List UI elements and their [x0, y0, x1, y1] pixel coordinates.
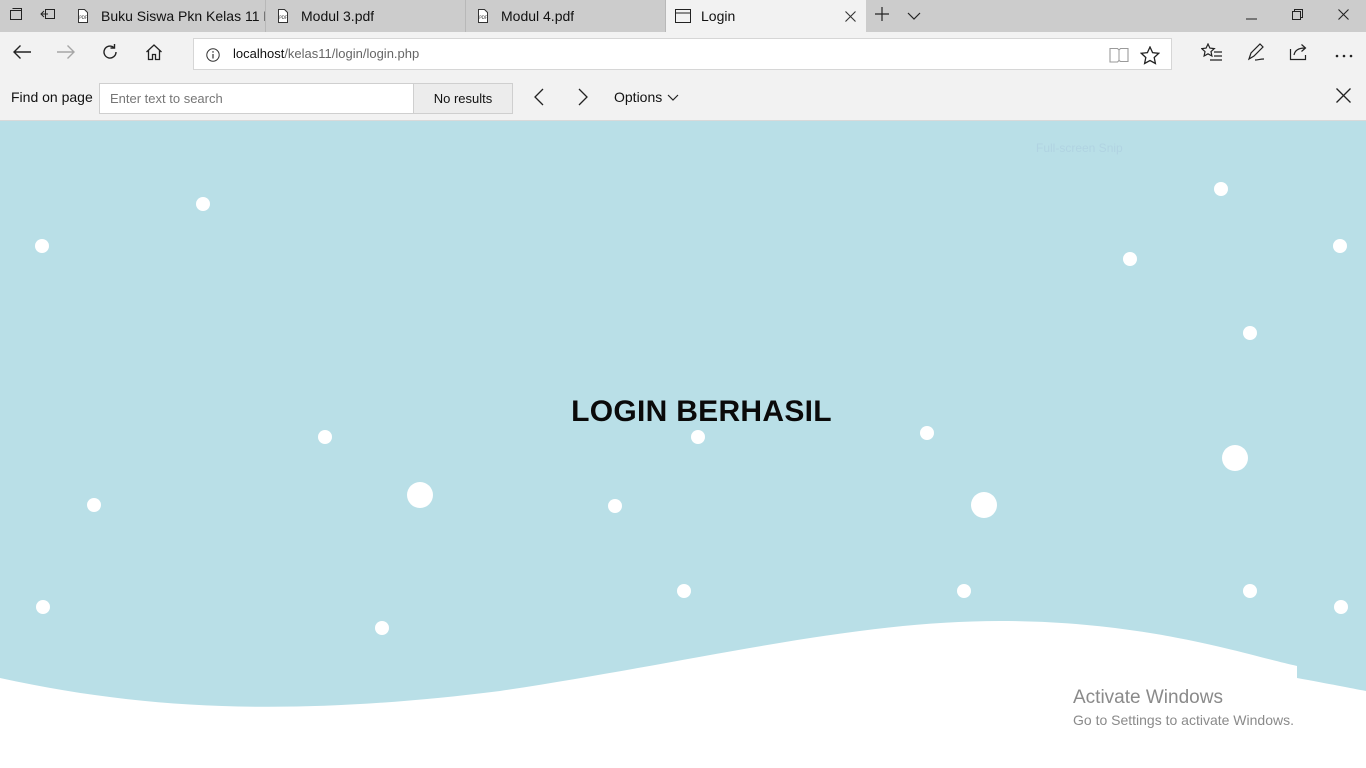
minimize-button[interactable]: [1228, 0, 1274, 32]
page-content: Full-screen Snip LOGIN BERHASIL Activate…: [0, 121, 1366, 768]
login-success-heading: LOGIN BERHASIL: [571, 395, 832, 428]
url-path: /kelas11/login/login.php: [284, 46, 420, 61]
tab-modul-4[interactable]: PDF Modul 4.pdf: [466, 0, 666, 32]
tab-label: Login: [701, 8, 736, 24]
arrow-left-icon: [12, 44, 32, 65]
pen-icon: [1246, 42, 1266, 67]
snowflake: [87, 498, 101, 512]
snowflake: [1123, 252, 1137, 266]
tab-preview-button[interactable]: [0, 0, 32, 32]
tab-buku-siswa[interactable]: PDF Buku Siswa Pkn Kelas 11 Re: [66, 0, 266, 32]
plus-icon: [875, 6, 889, 26]
home-button[interactable]: [132, 32, 176, 76]
back-button[interactable]: [0, 32, 44, 76]
find-results-count: No results: [413, 83, 513, 114]
svg-text:PDF: PDF: [279, 15, 288, 20]
find-on-page-bar: Find on page No results Options: [0, 76, 1366, 121]
star-icon[interactable]: [1139, 44, 1161, 66]
chevron-left-icon: [534, 88, 544, 111]
snowflake: [407, 482, 433, 508]
refresh-button[interactable]: [88, 32, 132, 76]
snowflake: [677, 584, 691, 598]
find-options-button[interactable]: Options: [614, 89, 679, 105]
web-note-button[interactable]: [1234, 32, 1278, 76]
find-input[interactable]: [99, 83, 414, 114]
tab-modul-3[interactable]: PDF Modul 3.pdf: [266, 0, 466, 32]
svg-text:PDF: PDF: [79, 15, 88, 20]
snowflake: [1334, 600, 1348, 614]
new-tab-button[interactable]: [866, 0, 898, 32]
tabs-aside-icon: [9, 7, 23, 26]
navigation-bar: localhost/kelas11/login/login.php: [0, 32, 1366, 76]
snowflake: [1333, 239, 1347, 253]
close-icon: [1337, 7, 1349, 25]
snowflake: [375, 621, 389, 635]
snowflake: [691, 430, 705, 444]
reading-view-icon[interactable]: [1109, 45, 1129, 65]
snip-hint: Full-screen Snip: [1036, 141, 1123, 155]
snowflake: [1214, 182, 1228, 196]
activate-windows-title: Activate Windows: [1073, 687, 1223, 708]
tab-label: Modul 4.pdf: [501, 8, 575, 24]
restore-icon: [1291, 7, 1303, 25]
snowflake: [1222, 445, 1248, 471]
snowflake: [35, 239, 49, 253]
chevron-right-icon: [578, 88, 588, 111]
tab-login[interactable]: Login: [666, 0, 866, 32]
arrow-right-icon: [56, 44, 76, 65]
snow-ground: [0, 621, 1366, 768]
svg-text:PDF: PDF: [479, 15, 488, 20]
snowflake: [971, 492, 997, 518]
snowflake: [36, 600, 50, 614]
minimize-icon: [1245, 7, 1257, 25]
find-label: Find on page: [11, 89, 93, 105]
snowflake: [608, 499, 622, 513]
url-host: localhost: [233, 46, 285, 61]
snowflake: [1243, 326, 1257, 340]
address-bar[interactable]: localhost/kelas11/login/login.php: [193, 38, 1172, 70]
activate-windows-subtitle: Go to Settings to activate Windows.: [1073, 712, 1294, 728]
snowflake: [957, 584, 971, 598]
tab-list-button[interactable]: [898, 0, 930, 32]
close-tab-icon[interactable]: [842, 8, 858, 24]
page-icon: [674, 7, 692, 25]
find-previous-button[interactable]: [524, 84, 554, 114]
more-button[interactable]: [1322, 32, 1366, 76]
set-aside-tabs-icon: [40, 7, 56, 26]
chevron-down-icon: [667, 94, 679, 101]
snowflake: [318, 430, 332, 444]
favorites-hub-button[interactable]: [1190, 32, 1234, 76]
tab-label: Buku Siswa Pkn Kelas 11 Re: [101, 8, 265, 24]
restore-button[interactable]: [1274, 0, 1320, 32]
options-label: Options: [614, 89, 663, 105]
close-window-button[interactable]: [1320, 0, 1366, 32]
url-text[interactable]: localhost/kelas11/login/login.php: [233, 46, 419, 61]
close-find-bar-button[interactable]: [1332, 87, 1354, 109]
refresh-icon: [101, 43, 119, 66]
tab-strip: PDF Buku Siswa Pkn Kelas 11 Re PDF Modul…: [0, 0, 1366, 32]
pdf-icon: PDF: [274, 7, 292, 25]
find-next-button[interactable]: [568, 84, 598, 114]
chevron-down-icon: [907, 7, 921, 25]
snowflake: [196, 197, 210, 211]
close-icon: [1335, 88, 1351, 108]
tab-label: Modul 3.pdf: [301, 8, 375, 24]
favorites-list-icon: [1200, 42, 1223, 66]
activate-windows-watermark: Activate Windows Go to Settings to activ…: [1073, 687, 1294, 728]
snowflake: [1243, 584, 1257, 598]
forward-button[interactable]: [44, 32, 88, 76]
share-icon: [1289, 43, 1309, 66]
info-icon[interactable]: [205, 47, 221, 63]
restore-tabs-button[interactable]: [32, 0, 64, 32]
home-icon: [145, 43, 163, 66]
pdf-icon: PDF: [474, 7, 492, 25]
more-dots-icon: [1335, 45, 1353, 63]
share-button[interactable]: [1277, 32, 1321, 76]
pdf-icon: PDF: [74, 7, 92, 25]
